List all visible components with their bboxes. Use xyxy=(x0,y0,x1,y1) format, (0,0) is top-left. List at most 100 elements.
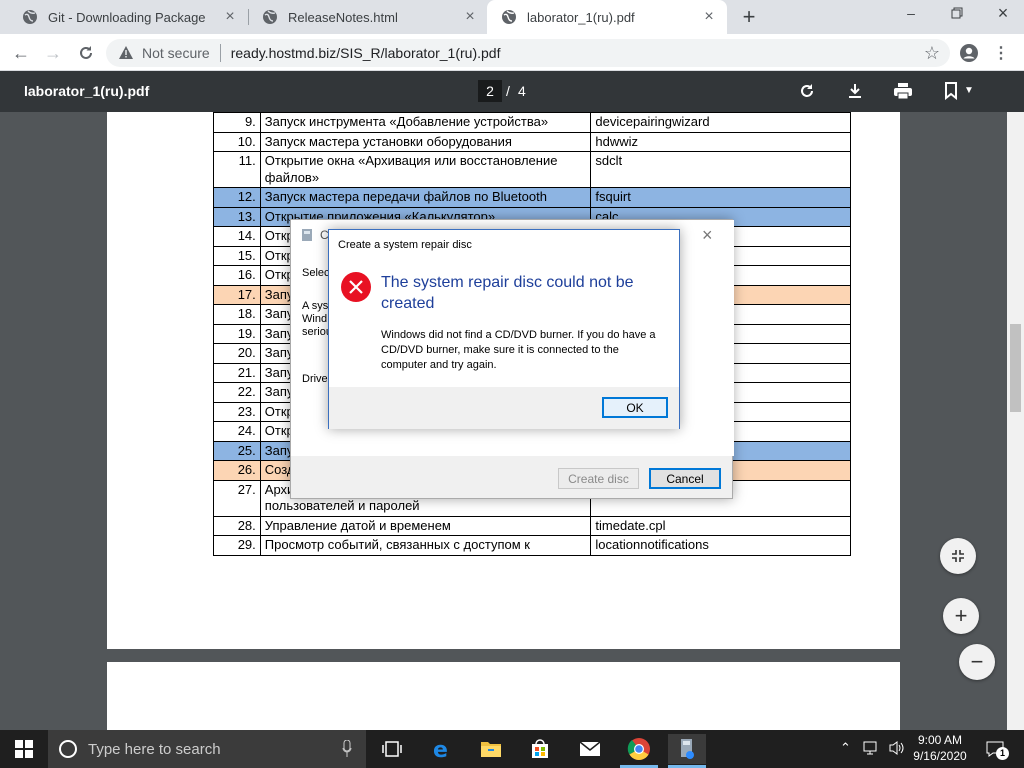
row-number: 14. xyxy=(213,226,261,247)
chevron-down-icon[interactable]: ▼ xyxy=(964,85,974,96)
security-label[interactable]: Not secure xyxy=(142,45,210,61)
row-number: 9. xyxy=(213,112,261,133)
table-row: 10. Запуск мастера установки оборудования… xyxy=(213,131,851,152)
row-description: Запуск мастера передачи файлов по Blueto… xyxy=(259,187,592,208)
forward-arrow-icon[interactable]: → xyxy=(40,40,66,66)
close-icon[interactable]: × xyxy=(702,225,713,246)
tab-close-icon[interactable]: × xyxy=(462,9,478,25)
row-command: timedate.cpl xyxy=(590,515,851,536)
dialog-title: Create a system repair disc xyxy=(338,239,472,251)
drive-label: Drive xyxy=(302,373,328,385)
minimize-icon[interactable]: – xyxy=(897,5,925,25)
row-number: 27. xyxy=(213,479,261,517)
tray-chevron-up-icon[interactable]: ⌃ xyxy=(840,740,851,756)
error-body: Windows did not find a CD/DVD burner. If… xyxy=(381,329,656,371)
row-number: 13. xyxy=(213,206,261,227)
scrollbar-thumb[interactable] xyxy=(1010,324,1021,412)
restore-icon[interactable] xyxy=(943,6,971,26)
row-description: Просмотр событий, связанных с доступом к xyxy=(259,535,592,556)
row-number: 15. xyxy=(213,245,261,266)
row-number: 19. xyxy=(213,323,261,344)
notification-center-icon[interactable]: 1 xyxy=(985,739,1009,760)
disc-icon xyxy=(300,228,314,242)
row-number: 28. xyxy=(213,515,261,536)
download-icon[interactable] xyxy=(846,82,864,105)
row-number: 24. xyxy=(213,421,261,442)
warning-icon xyxy=(118,45,136,61)
table-row: 12. Запуск мастера передачи файлов по Blu… xyxy=(213,187,851,208)
tab-laborator-pdf[interactable]: laborator_1(ru).pdf × xyxy=(487,0,727,34)
row-command: sdclt xyxy=(590,151,851,188)
menu-kebab-icon[interactable]: ⋮ xyxy=(988,40,1014,66)
tab-close-icon[interactable]: × xyxy=(222,9,238,25)
row-number: 20. xyxy=(213,343,261,364)
windows-start-icon[interactable] xyxy=(9,734,39,764)
pdf-title: laborator_1(ru).pdf xyxy=(24,83,150,99)
store-icon[interactable] xyxy=(525,734,555,764)
table-row: 28. Управление датой и временем timedate.c… xyxy=(213,515,851,536)
volume-icon[interactable] xyxy=(888,740,906,761)
tab-bar: Git - Downloading Package × ReleaseNotes… xyxy=(0,0,1024,34)
page-separator: / xyxy=(506,83,510,99)
omnibox[interactable]: Not secure ready.hostmd.biz/SIS_R/labora… xyxy=(106,39,950,67)
search-icon xyxy=(59,740,77,758)
notification-badge: 1 xyxy=(996,747,1009,760)
row-number: 26. xyxy=(213,460,261,481)
tab-release-notes[interactable]: ReleaseNotes.html × xyxy=(248,0,488,34)
repair-disc-app-icon[interactable] xyxy=(668,734,706,764)
search-box[interactable]: Type here to search xyxy=(48,730,366,768)
fit-to-page-icon[interactable] xyxy=(940,538,976,574)
url-text[interactable]: ready.hostmd.biz/SIS_R/laborator_1(ru).p… xyxy=(231,45,501,61)
row-description: Запуск мастера установки оборудования xyxy=(259,131,592,152)
clock-time[interactable]: 9:00 AM xyxy=(914,733,966,747)
address-toolbar: ← → Not secure ready.hostmd.biz/SIS_R/la… xyxy=(0,34,1024,71)
tab-title: Git - Downloading Package xyxy=(48,9,206,25)
zoom-out-icon[interactable]: − xyxy=(959,644,995,680)
back-arrow-icon[interactable]: ← xyxy=(8,40,34,66)
tab-title: ReleaseNotes.html xyxy=(288,9,398,25)
zoom-in-icon[interactable]: + xyxy=(943,598,979,634)
file-explorer-icon[interactable] xyxy=(476,734,506,764)
print-icon[interactable] xyxy=(893,82,913,105)
error-icon xyxy=(341,272,371,302)
tab-git-download[interactable]: Git - Downloading Package × xyxy=(8,0,248,34)
reload-icon[interactable] xyxy=(73,40,99,66)
vertical-scrollbar[interactable] xyxy=(1007,112,1024,730)
select-drive-label: Selec xyxy=(302,267,330,279)
clock-date[interactable]: 9/16/2020 xyxy=(910,749,970,763)
row-command: fsquirt xyxy=(590,187,851,208)
edge-icon[interactable]: e xyxy=(427,734,457,764)
pdf-page xyxy=(107,662,900,730)
rotate-icon[interactable] xyxy=(798,82,816,105)
bookmark-icon[interactable] xyxy=(944,82,958,105)
bookmark-star-icon[interactable]: ☆ xyxy=(924,44,940,62)
network-icon[interactable] xyxy=(862,740,880,761)
window-close-icon[interactable]: × xyxy=(989,3,1017,25)
row-description: Управление датой и временем xyxy=(259,515,592,536)
row-command: hdwwiz xyxy=(590,131,851,152)
new-tab-button[interactable]: + xyxy=(738,5,760,29)
row-number: 29. xyxy=(213,535,261,556)
error-heading: The system repair disc could not be crea… xyxy=(381,274,634,312)
row-description: Открытие окна «Архивация или восстановле… xyxy=(259,151,592,188)
cancel-button[interactable]: Cancel xyxy=(649,468,721,489)
pdf-toolbar: laborator_1(ru).pdf 2 / 4 ▼ xyxy=(0,71,1024,112)
task-view-icon[interactable] xyxy=(377,734,407,764)
row-number: 23. xyxy=(213,401,261,422)
profile-avatar-icon[interactable] xyxy=(956,40,982,66)
mail-icon[interactable] xyxy=(575,734,605,764)
page-number-input[interactable]: 2 xyxy=(478,80,502,102)
microphone-icon[interactable] xyxy=(342,740,352,758)
ok-button[interactable]: OK xyxy=(602,397,668,418)
row-number: 21. xyxy=(213,362,261,383)
row-command: locationnotifications xyxy=(590,535,851,556)
create-disc-button[interactable]: Create disc xyxy=(558,468,639,489)
table-row: 9. Запуск инструмента «Добавление устройс… xyxy=(213,112,851,133)
row-number: 12. xyxy=(213,187,261,208)
globe-icon xyxy=(501,9,517,25)
row-number: 17. xyxy=(213,284,261,305)
tab-close-icon[interactable]: × xyxy=(701,9,717,25)
row-number: 16. xyxy=(213,265,261,286)
table-row: 11. Открытие окна «Архивация или восстано… xyxy=(213,151,851,188)
chrome-icon[interactable] xyxy=(624,734,654,764)
